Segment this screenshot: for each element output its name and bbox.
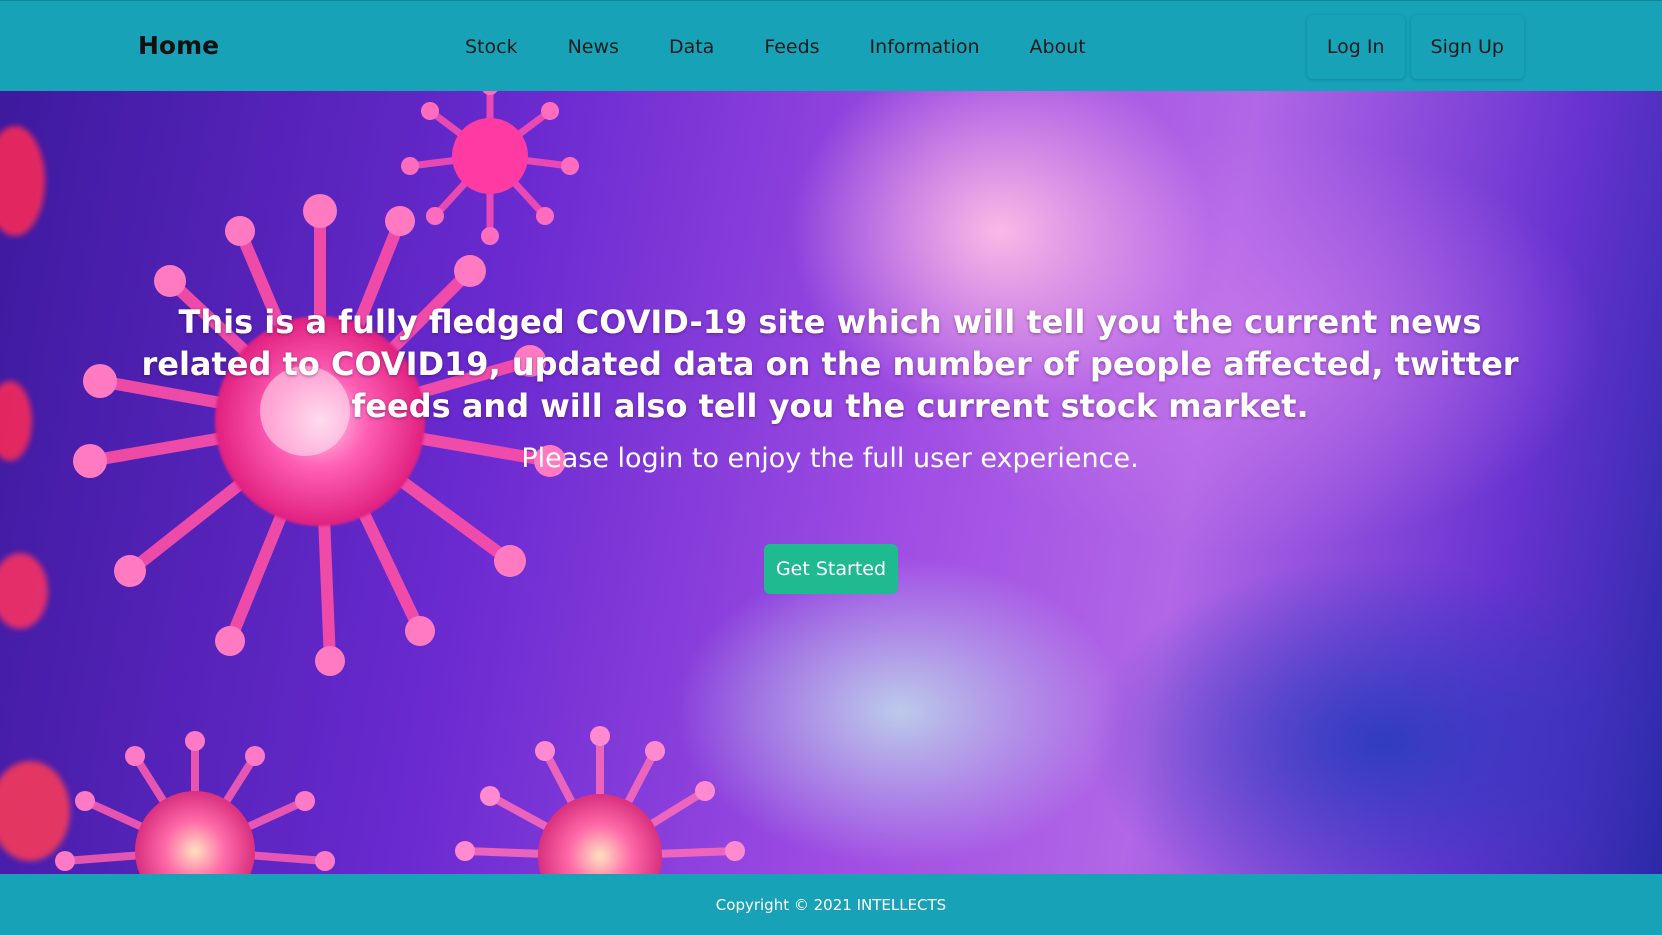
copyright-text: Copyright © 2021 INTELLECTS: [715, 895, 947, 914]
top-navbar: Home Stock News Data Feeds Information A…: [0, 0, 1662, 91]
virus-bottom-left: [55, 731, 335, 874]
signup-button[interactable]: Sign Up: [1410, 15, 1524, 79]
footer: Copyright © 2021 INTELLECTS: [0, 874, 1662, 935]
virus-background-image: [0, 91, 745, 874]
hero-subtitle: Please login to enjoy the full user expe…: [521, 443, 1139, 474]
login-button[interactable]: Log In: [1306, 15, 1405, 79]
virus-top: [401, 91, 579, 245]
virus-bottom-center: [455, 726, 745, 874]
auth-buttons: Log In Sign Up: [1306, 15, 1524, 79]
nav-link-about[interactable]: About: [1005, 28, 1111, 66]
nav-link-information[interactable]: Information: [845, 28, 1005, 66]
nav-link-stock[interactable]: Stock: [440, 28, 543, 66]
nav-links: Stock News Data Feeds Information About: [440, 1, 1111, 92]
nav-link-data[interactable]: Data: [644, 28, 739, 66]
get-started-button[interactable]: Get Started: [764, 544, 898, 594]
home-brand-link[interactable]: Home: [138, 31, 219, 60]
hero-section: This is a fully fledged COVID-19 site wh…: [0, 91, 1662, 874]
nav-link-news[interactable]: News: [543, 28, 644, 66]
page: Home Stock News Data Feeds Information A…: [0, 0, 1662, 935]
hero-title: This is a fully fledged COVID-19 site wh…: [141, 303, 1519, 425]
hero-content: This is a fully fledged COVID-19 site wh…: [130, 301, 1530, 474]
nav-link-feeds[interactable]: Feeds: [739, 28, 844, 66]
